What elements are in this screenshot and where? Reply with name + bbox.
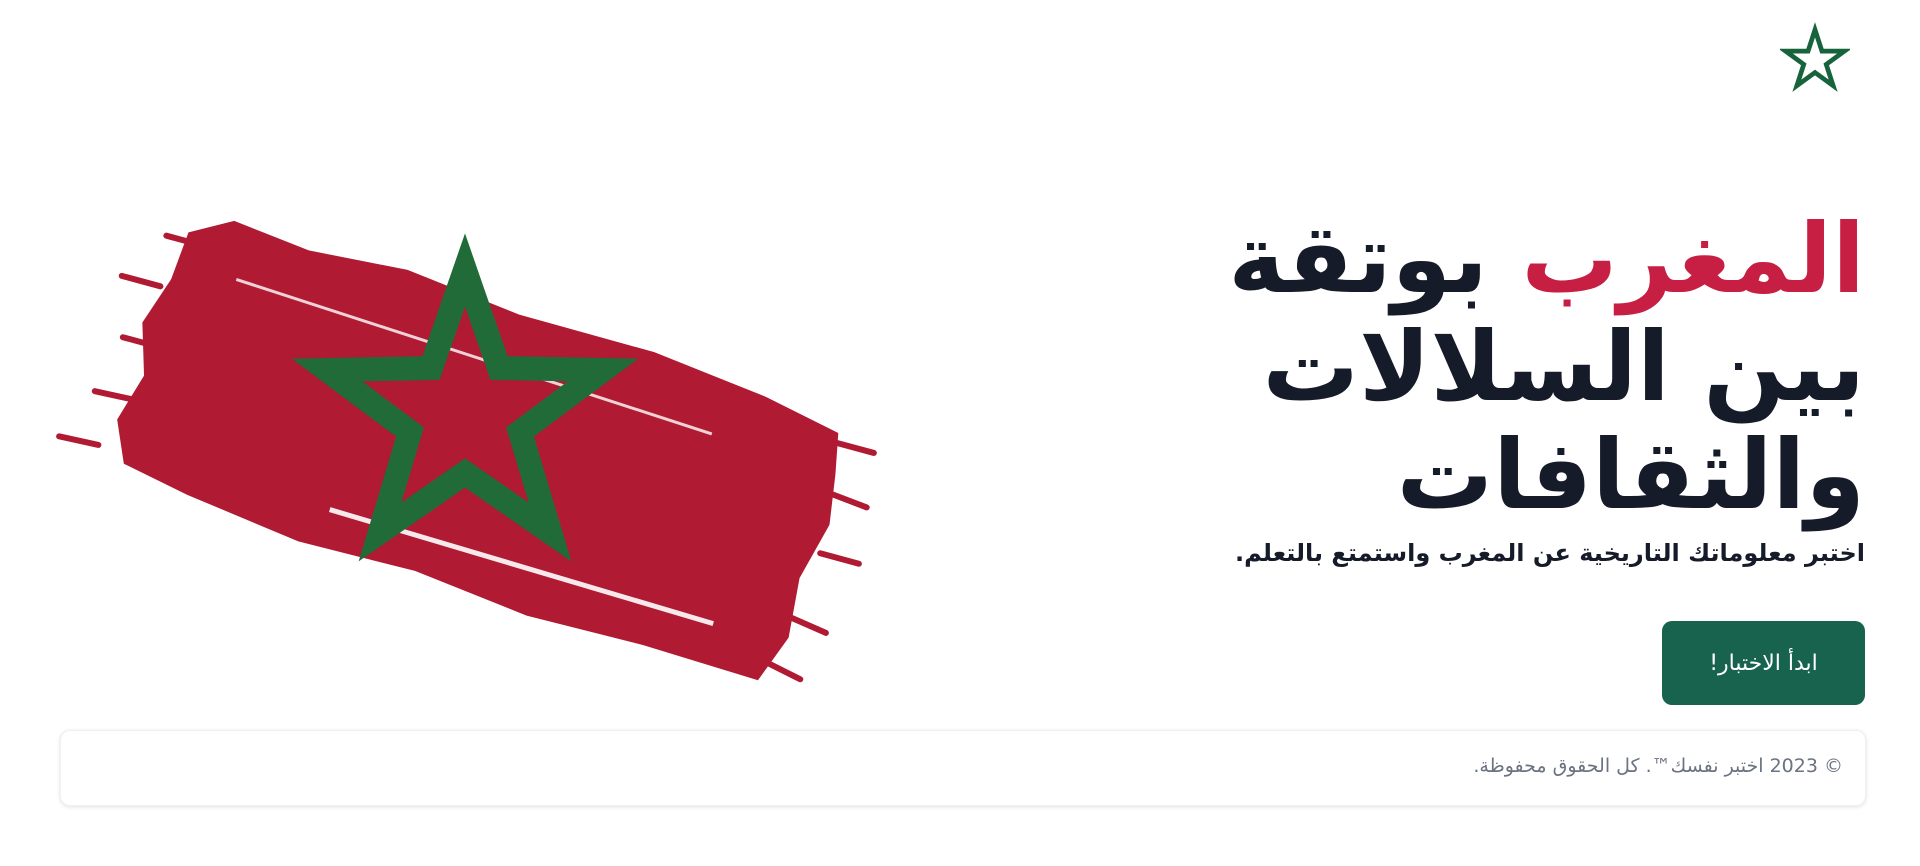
hero-title-line-2: بين السلالات	[1262, 311, 1866, 423]
landing-page: المغرب بوتقة بين السلالات والثقافات اختب…	[0, 0, 1920, 866]
hero-title-rest: بوتقة	[1228, 203, 1522, 315]
hero-subtitle: اختبر معلوماتك التاريخية عن المغرب واستم…	[1234, 539, 1865, 567]
hero-title-accent: المغرب	[1521, 203, 1866, 315]
moroccan-star-logo-icon[interactable]	[1778, 22, 1852, 92]
hero-title-line-3: والثقافات	[1396, 419, 1866, 531]
footer-copyright: © 2023 اختبر نفسك™. كل الحقوق محفوظة.	[1473, 755, 1843, 777]
footer: © 2023 اختبر نفسك™. كل الحقوق محفوظة.	[60, 730, 1866, 806]
morocco-flag-brush-image	[55, 210, 885, 690]
start-quiz-button[interactable]: ابدأ الاختبار!	[1662, 621, 1865, 705]
hero-section: المغرب بوتقة بين السلالات والثقافات اختب…	[1105, 203, 1866, 567]
hero-title: المغرب بوتقة بين السلالات والثقافات	[1105, 203, 1866, 531]
